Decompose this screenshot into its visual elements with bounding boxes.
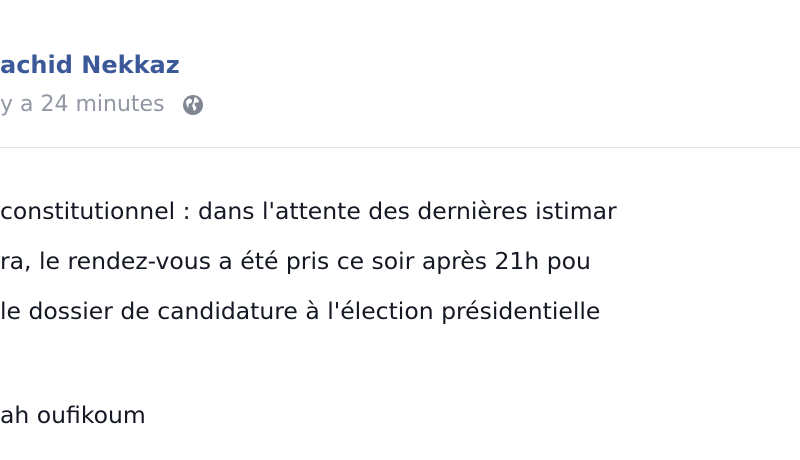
facebook-post: achid Nekkaz y a 24 minutes constitution…: [0, 0, 800, 460]
post-meta: y a 24 minutes: [0, 90, 205, 120]
post-message-line: ah oufikoum: [0, 401, 146, 429]
post-message-line: ra, le rendez-vous a été pris ce soir ap…: [0, 247, 591, 275]
post-message-line: constitutionnel : dans l'attente des der…: [0, 197, 617, 225]
post-timestamp[interactable]: y a 24 minutes: [0, 91, 165, 119]
author-name-link[interactable]: achid Nekkaz: [0, 50, 180, 80]
header-divider: [0, 147, 800, 148]
post-message-line: le dossier de candidature à l'élection p…: [0, 297, 601, 325]
globe-icon[interactable]: [181, 93, 205, 117]
